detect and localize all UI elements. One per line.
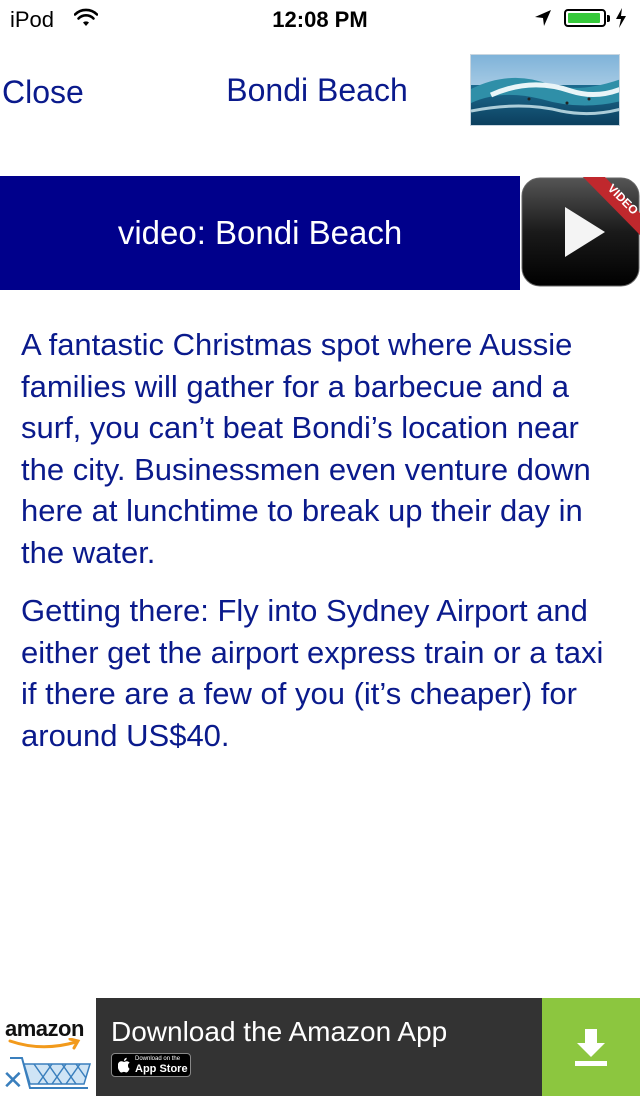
download-button[interactable] — [542, 998, 640, 1096]
close-button[interactable]: Close — [2, 74, 84, 111]
article-paragraph: A fantastic Christmas spot where Aussie … — [21, 327, 591, 570]
battery-level-fill — [568, 13, 600, 23]
page-title: Bondi Beach — [226, 72, 408, 108]
battery-icon — [564, 9, 606, 27]
download-arrow-icon — [575, 1029, 607, 1066]
location-arrow-icon — [534, 9, 552, 32]
article-body: A fantastic Christmas spot where Aussie … — [21, 324, 627, 773]
video-banner-button[interactable]: video: Bondi Beach — [0, 176, 520, 290]
apple-logo-icon — [117, 1057, 131, 1078]
video-play-icon[interactable]: VIDEO — [521, 177, 640, 287]
ad-title: Download the Amazon App — [111, 1016, 448, 1047]
ad-banner[interactable]: amazon ✕ Download the Amazon App Downloa… — [0, 998, 640, 1096]
charging-bolt-icon — [615, 8, 627, 33]
article-paragraph: Getting there: Fly into Sydney Airport a… — [21, 593, 604, 753]
app-store-badge[interactable]: Download on the App Store — [111, 1053, 191, 1077]
battery-tip — [607, 15, 610, 22]
app-store-badge-small-text: Download on the — [135, 1056, 181, 1062]
video-banner-label: video: Bondi Beach — [117, 214, 403, 251]
beach-thumbnail-image — [470, 54, 620, 126]
ad-close-icon[interactable]: ✕ — [2, 1067, 24, 1093]
app-store-badge-label: App Store — [135, 1063, 188, 1075]
screen: iPod 12:08 PM Close Bondi Beach video: B… — [0, 0, 640, 1096]
amazon-logo: amazon ✕ — [0, 998, 96, 1096]
status-bar: iPod 12:08 PM — [0, 0, 640, 40]
